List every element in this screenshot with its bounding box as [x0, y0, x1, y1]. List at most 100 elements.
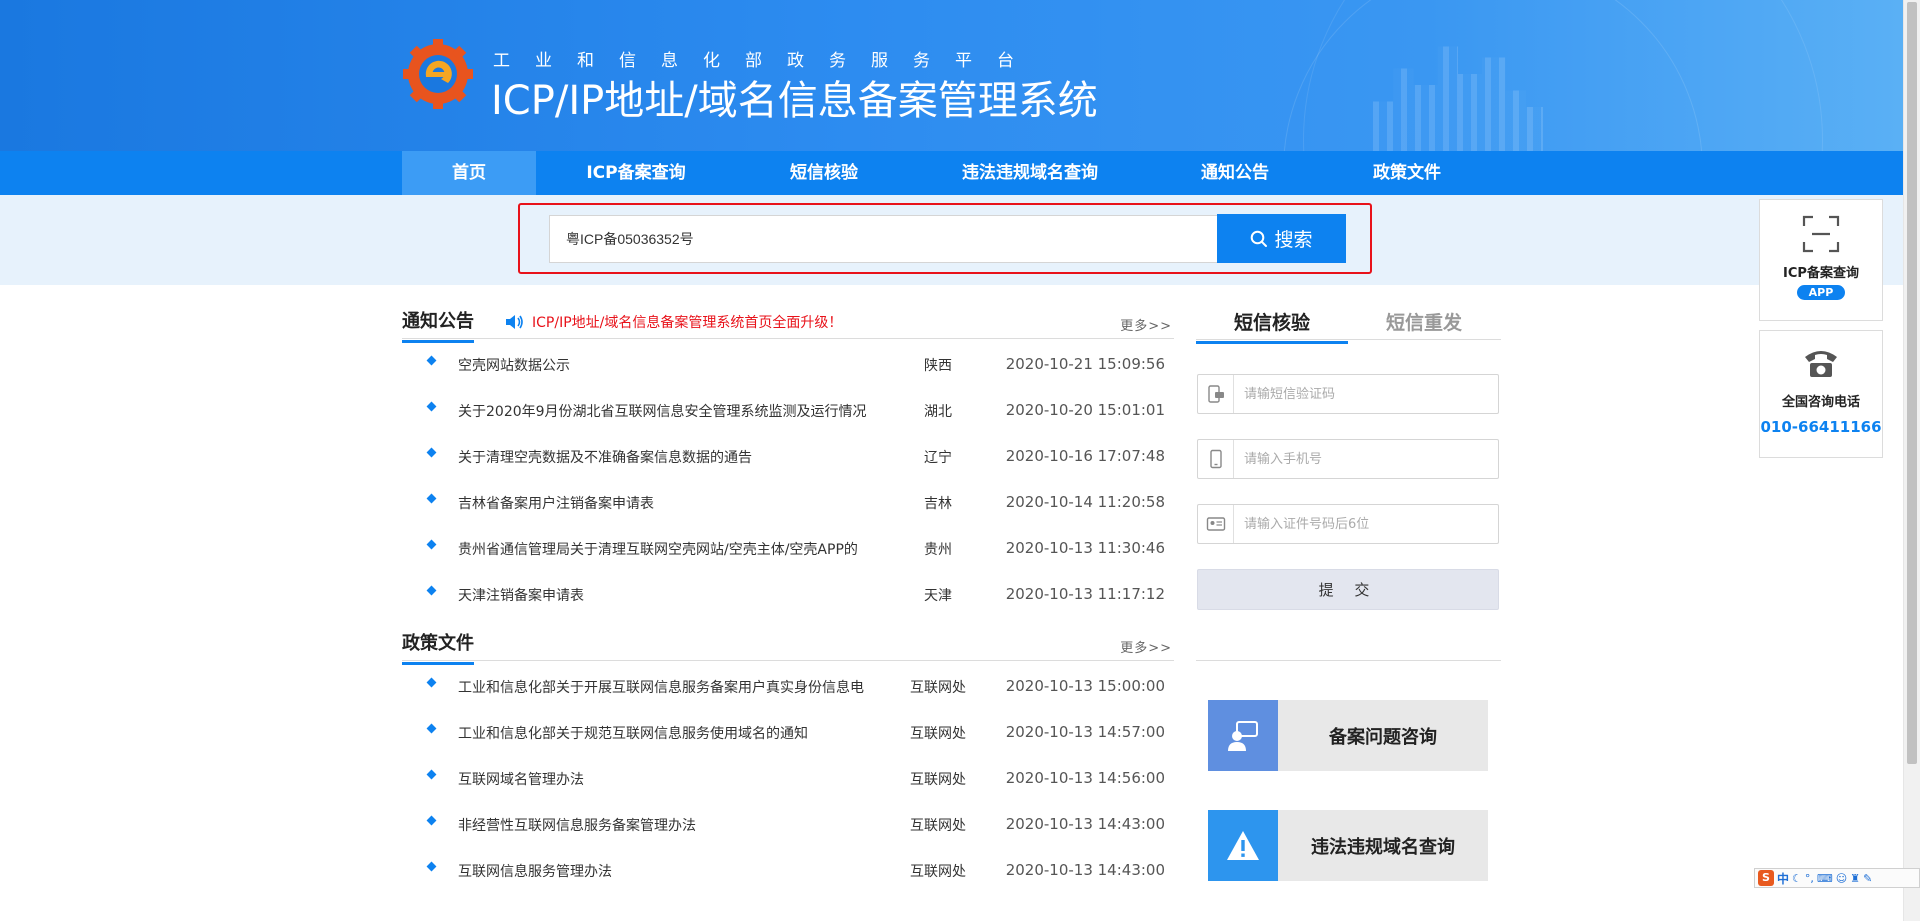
- list-item-time: 2020-10-13 11:30:46: [1005, 539, 1165, 557]
- sms-tabs: 短信核验 短信重发: [1196, 302, 1501, 344]
- illegal-domain-query-label: 违法违规域名查询: [1311, 836, 1455, 858]
- ime-language-toggle[interactable]: 中: [1777, 870, 1789, 887]
- list-item-title[interactable]: 互联网信息服务管理办法: [458, 861, 612, 881]
- list-item-title[interactable]: 关于清理空壳数据及不准确备案信息数据的通告: [458, 447, 752, 467]
- search-input[interactable]: [549, 215, 1217, 263]
- ime-settings-wrench-icon[interactable]: ✎: [1863, 872, 1872, 885]
- nav-icp-query[interactable]: ICP备案查询: [536, 151, 736, 195]
- consult-button[interactable]: 备案问题咨询: [1208, 700, 1488, 771]
- ime-toolbar[interactable]: S 中 ☾ °, ⌨ ☺ ♜ ✎: [1754, 868, 1920, 888]
- list-item-title[interactable]: 关于2020年9月份湖北省互联网信息安全管理系统监测及运行情况: [458, 401, 867, 421]
- notices-list: 空壳网站数据公示 陕西 2020-10-21 15:09:56 关于2020年9…: [402, 342, 1174, 618]
- list-item-title[interactable]: 空壳网站数据公示: [458, 355, 570, 375]
- illegal-domain-query-button[interactable]: 违法违规域名查询: [1208, 810, 1488, 881]
- id-card-icon: [1198, 505, 1234, 543]
- sms-divider: [1196, 660, 1501, 661]
- list-item[interactable]: 吉林省备案用户注销备案申请表 吉林 2020-10-14 11:20:58: [402, 480, 1174, 526]
- sms-submit-button[interactable]: 提 交: [1197, 569, 1499, 610]
- ime-halfwidth-moon-icon[interactable]: ☾: [1792, 872, 1802, 885]
- diamond-bullet-icon: [426, 677, 437, 688]
- list-item[interactable]: 关于2020年9月份湖北省互联网信息安全管理系统监测及运行情况 湖北 2020-…: [402, 388, 1174, 434]
- list-item-region: 互联网处: [910, 680, 966, 696]
- page-scrollbar[interactable]: [1903, 0, 1920, 921]
- search-icon: [1251, 230, 1268, 247]
- list-item-time: 2020-10-13 15:00:00: [1005, 677, 1165, 695]
- app-qr-card[interactable]: ICP备案查询 APP: [1759, 199, 1883, 321]
- header-title: ICP/IP地址/域名信息备案管理系统: [491, 78, 1098, 124]
- notice-marquee[interactable]: ICP/IP地址/域名信息备案管理系统首页全面升级！: [504, 312, 842, 332]
- list-item-time: 2020-10-13 14:43:00: [1005, 861, 1165, 879]
- list-item[interactable]: 贵州省通信管理局关于清理互联网空壳网站/空壳主体/空壳APP的 贵州 2020-…: [402, 526, 1174, 572]
- diamond-bullet-icon: [426, 861, 437, 872]
- phone-field[interactable]: [1197, 439, 1499, 479]
- nav-policies[interactable]: 政策文件: [1322, 151, 1492, 195]
- diamond-bullet-icon: [426, 493, 437, 504]
- list-item[interactable]: 非经营性互联网信息服务备案管理办法 互联网处 2020-10-13 14:43:…: [402, 802, 1174, 848]
- miit-logo-icon[interactable]: [402, 38, 474, 110]
- scrollbar-thumb[interactable]: [1907, 2, 1917, 764]
- list-item-title[interactable]: 互联网域名管理办法: [458, 769, 584, 789]
- diamond-bullet-icon: [426, 355, 437, 366]
- list-item[interactable]: 空壳网站数据公示 陕西 2020-10-21 15:09:56: [402, 342, 1174, 388]
- consult-chat-icon: [1208, 700, 1278, 771]
- hotline-label: 全国咨询电话: [1781, 395, 1860, 410]
- list-item-region: 互联网处: [910, 726, 966, 742]
- sms-code-field[interactable]: [1197, 374, 1499, 414]
- list-item[interactable]: 工业和信息化部关于开展互联网信息服务备案用户真实身份信息电 互联网处 2020-…: [402, 664, 1174, 710]
- hotline-number[interactable]: 010-66411166: [1760, 418, 1882, 436]
- list-item-time: 2020-10-14 11:20:58: [1005, 493, 1165, 511]
- nav-notices[interactable]: 通知公告: [1148, 151, 1322, 195]
- list-item[interactable]: 工业和信息化部关于规范互联网信息服务使用域名的通知 互联网处 2020-10-1…: [402, 710, 1174, 756]
- list-item-region: 贵州: [924, 542, 952, 558]
- notices-more-link[interactable]: 更多>>: [1120, 315, 1172, 334]
- notice-marquee-text[interactable]: ICP/IP地址/域名信息备案管理系统首页全面升级！: [532, 312, 842, 332]
- list-item-region: 互联网处: [910, 818, 966, 834]
- list-item-region: 辽宁: [924, 450, 952, 466]
- list-item-title[interactable]: 非经营性互联网信息服务备案管理办法: [458, 815, 696, 835]
- policies-more-link[interactable]: 更多>>: [1120, 637, 1172, 656]
- policies-header: 政策文件 更多>>: [402, 625, 1174, 665]
- telephone-icon: [1805, 351, 1837, 377]
- list-item[interactable]: 互联网信息服务管理办法 互联网处 2020-10-13 14:43:00: [402, 848, 1174, 894]
- policies-list: 工业和信息化部关于开展互联网信息服务备案用户真实身份信息电 互联网处 2020-…: [402, 664, 1174, 894]
- notices-title: 通知公告: [402, 307, 474, 343]
- nav-sms-verify[interactable]: 短信核验: [736, 151, 912, 195]
- list-item-title[interactable]: 天津注销备案申请表: [458, 585, 584, 605]
- list-item-time: 2020-10-13 14:57:00: [1005, 723, 1165, 741]
- diamond-bullet-icon: [426, 585, 437, 596]
- list-item-region: 湖北: [924, 404, 952, 420]
- phone-input[interactable]: [1244, 449, 1484, 469]
- list-item-title[interactable]: 贵州省通信管理局关于清理互联网空壳网站/空壳主体/空壳APP的: [458, 539, 858, 559]
- ime-keyboard-icon[interactable]: ⌨: [1817, 872, 1833, 885]
- tab-sms-resend[interactable]: 短信重发: [1348, 308, 1500, 335]
- nav-illegal-domain[interactable]: 违法违规域名查询: [912, 151, 1148, 195]
- search-button-label: 搜索: [1274, 229, 1313, 251]
- search-button[interactable]: 搜索: [1217, 214, 1346, 263]
- diamond-bullet-icon: [426, 539, 437, 550]
- tab-sms-verify[interactable]: 短信核验: [1196, 308, 1348, 344]
- list-item-title[interactable]: 吉林省备案用户注销备案申请表: [458, 493, 654, 513]
- list-item[interactable]: 互联网域名管理办法 互联网处 2020-10-13 14:56:00: [402, 756, 1174, 802]
- list-item-title[interactable]: 工业和信息化部关于规范互联网信息服务使用域名的通知: [458, 723, 808, 743]
- ime-sogou-logo-icon[interactable]: S: [1758, 870, 1774, 886]
- list-item-title[interactable]: 工业和信息化部关于开展互联网信息服务备案用户真实身份信息电: [458, 677, 864, 697]
- ime-skin-shirt-icon[interactable]: ♜: [1850, 872, 1860, 885]
- sms-code-input[interactable]: [1244, 384, 1484, 404]
- diamond-bullet-icon: [426, 447, 437, 458]
- app-badge: APP: [1796, 285, 1846, 300]
- list-item-time: 2020-10-20 15:01:01: [1005, 401, 1165, 419]
- list-item-region: 互联网处: [910, 864, 966, 880]
- list-item-time: 2020-10-21 15:09:56: [1005, 355, 1165, 373]
- diamond-bullet-icon: [426, 769, 437, 780]
- list-item-time: 2020-10-13 11:17:12: [1005, 585, 1165, 603]
- ime-punctuation-icon[interactable]: °,: [1805, 872, 1814, 885]
- diamond-bullet-icon: [426, 723, 437, 734]
- list-item-region: 吉林: [924, 496, 952, 512]
- list-item[interactable]: 天津注销备案申请表 天津 2020-10-13 11:17:12: [402, 572, 1174, 618]
- list-item[interactable]: 关于清理空壳数据及不准确备案信息数据的通告 辽宁 2020-10-16 17:0…: [402, 434, 1174, 480]
- id-field[interactable]: [1197, 504, 1499, 544]
- id-input[interactable]: [1244, 514, 1484, 534]
- nav-home[interactable]: 首页: [402, 151, 536, 195]
- diamond-bullet-icon: [426, 401, 437, 412]
- ime-user-icon[interactable]: ☺: [1836, 872, 1847, 885]
